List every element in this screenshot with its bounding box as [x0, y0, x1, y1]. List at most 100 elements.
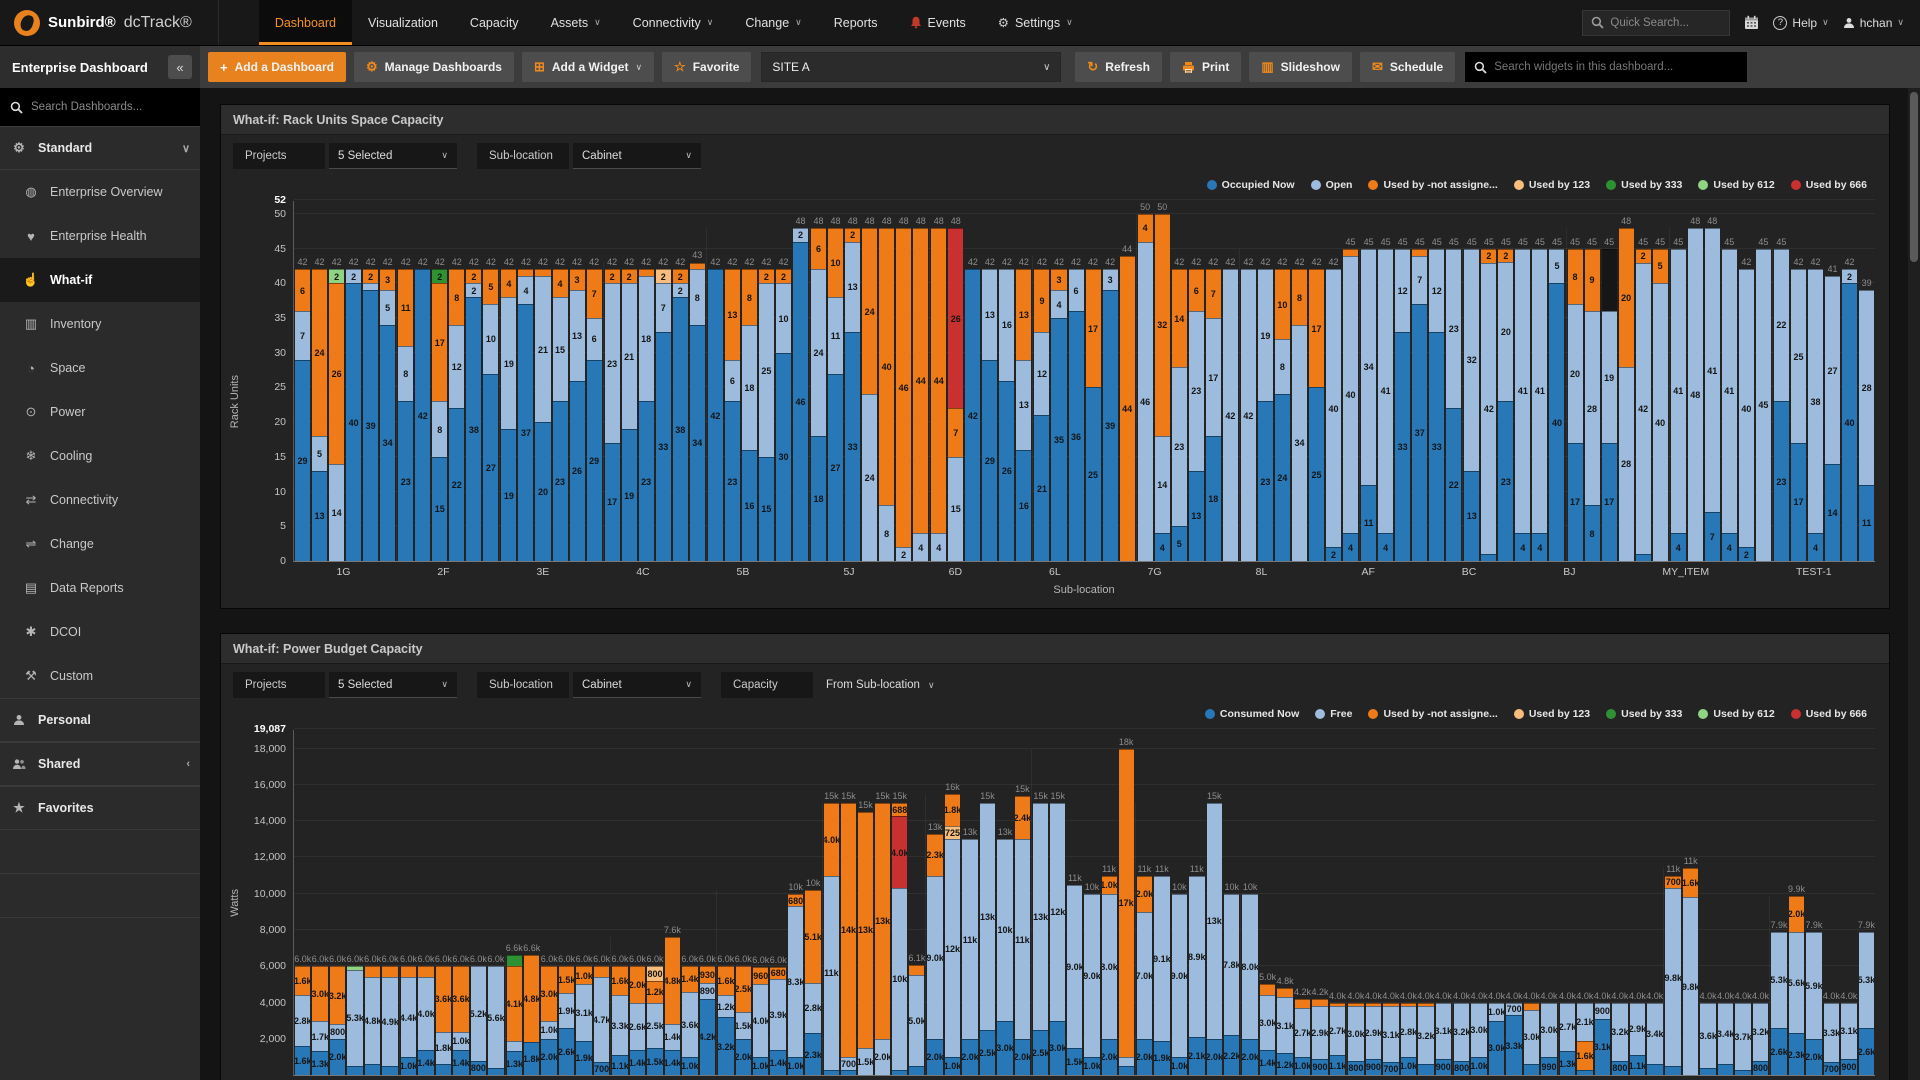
bar-segment[interactable]: 2.7k — [1560, 1003, 1575, 1052]
bar[interactable]: 1.5k9.0k11k — [1067, 885, 1082, 1075]
bar-segment[interactable]: 4 — [913, 533, 928, 561]
bar-segment[interactable] — [1602, 249, 1617, 311]
bar-segment[interactable]: 8 — [742, 269, 757, 325]
bar-segment[interactable] — [382, 966, 397, 977]
bar[interactable]: 172542 — [1791, 269, 1806, 561]
bar-segment[interactable]: 8.3k — [788, 906, 803, 1056]
bar-segment[interactable]: 2.7k — [1330, 1006, 1345, 1055]
bar-segment[interactable]: 10 — [1275, 269, 1290, 338]
bar-segment[interactable]: 8 — [690, 269, 705, 325]
bar-segment[interactable]: 2.0k — [1137, 1039, 1152, 1075]
bar[interactable]: 2.0k9.0k2.3k13k — [927, 834, 942, 1075]
bar[interactable]: 40242 — [1842, 269, 1857, 561]
nav-item-assets[interactable]: Assets∨ — [535, 0, 617, 45]
bar-segment[interactable]: 6 — [725, 360, 740, 402]
bar[interactable]: 1.4k4.0k6.0k — [418, 966, 433, 1075]
bar-segment[interactable]: 3.0k — [541, 966, 556, 1020]
bar-segment[interactable]: 3 — [1103, 269, 1118, 290]
bar-segment[interactable]: 40 — [346, 283, 361, 561]
bar-segment[interactable]: 2.0k — [1806, 1039, 1821, 1075]
bar-segment[interactable]: 17 — [605, 443, 620, 561]
bar[interactable]: 1.3k2.7k4.0k — [1560, 1003, 1575, 1076]
bar-segment[interactable]: 5.3k — [347, 970, 362, 1066]
bar[interactable]: 5.0k6.1k — [909, 965, 924, 1075]
bar[interactable]: 8003.0k4.0k — [1348, 1003, 1363, 1076]
bar-segment[interactable]: 32 — [1464, 249, 1479, 471]
bar-segment[interactable]: 13 — [725, 269, 740, 359]
bar-segment[interactable]: 5.1k — [805, 890, 820, 982]
bar-segment[interactable]: 13 — [982, 269, 997, 359]
bar-segment[interactable]: 2.3k — [1789, 1033, 1804, 1075]
bar-segment[interactable]: 4 — [518, 276, 533, 304]
bar-segment[interactable]: 800 — [330, 1024, 345, 1039]
bar[interactable]: 231942 — [1258, 269, 1273, 561]
bar-segment[interactable]: 1.1k — [612, 1055, 627, 1075]
bar-segment[interactable] — [909, 1066, 924, 1075]
bar-segment[interactable]: 2 — [1498, 249, 1513, 263]
bar-segment[interactable]: 2.0k — [736, 1039, 751, 1075]
filter-select[interactable]: 5 Selected∨ — [329, 672, 457, 698]
bar[interactable]: 1.4k3.0k5.0k — [1260, 984, 1275, 1075]
bar-segment[interactable]: 1.5k — [647, 1048, 662, 1075]
filter-select[interactable]: From Sub-location∨ — [817, 672, 944, 698]
bar[interactable]: 112839 — [1859, 290, 1874, 561]
bar-segment[interactable]: 4 — [1138, 214, 1153, 242]
bar-segment[interactable]: 45 — [1756, 249, 1771, 561]
bar[interactable]: 27111048 — [828, 228, 843, 561]
bar-segment[interactable]: 18 — [639, 276, 654, 401]
bar[interactable]: 1720845 — [1568, 249, 1583, 561]
bar-segment[interactable]: 34 — [1292, 325, 1307, 561]
bar-segment[interactable]: 2.5k — [647, 1003, 662, 1048]
bar-segment[interactable]: 1.1k — [1630, 1055, 1645, 1075]
bar[interactable]: 291342 — [982, 269, 997, 561]
bar-segment[interactable]: 2.5k — [1033, 1030, 1048, 1075]
bar[interactable]: 2.6k5.3k7.9k — [1859, 932, 1874, 1075]
bar-segment[interactable]: 27 — [1825, 276, 1840, 463]
bar-segment[interactable]: 8 — [1585, 505, 1600, 561]
legend-item[interactable]: Used by -not assigne... — [1368, 179, 1497, 191]
bar-segment[interactable] — [1412, 249, 1427, 256]
bar[interactable]: 3.0k4.0k — [1524, 1003, 1539, 1076]
bar[interactable]: 1.1k3.3k1.6k6.0k — [612, 966, 627, 1075]
bar[interactable]: 1.3k4.1k6.6k — [507, 955, 522, 1075]
bar[interactable]: 2315442 — [553, 269, 568, 561]
bar[interactable]: 9.8k1.6k11k — [1683, 868, 1698, 1075]
bar-segment[interactable] — [436, 1064, 451, 1075]
bar-segment[interactable]: 990 — [1541, 1057, 1556, 1075]
bar[interactable]: 282048 — [1619, 228, 1634, 561]
bar-segment[interactable]: 19 — [1258, 269, 1273, 401]
bar-segment[interactable]: 17 — [1086, 269, 1101, 387]
bar[interactable]: 1.6k2.1k4.0k — [1577, 1003, 1592, 1076]
bar-segment[interactable]: 28 — [1619, 367, 1634, 561]
bar-segment[interactable] — [892, 1070, 907, 1075]
bar[interactable]: 1817742 — [1206, 269, 1221, 561]
bar-segment[interactable]: 3.6k — [682, 992, 697, 1057]
bar-segment[interactable] — [488, 1068, 503, 1075]
bar-segment[interactable]: 29 — [295, 360, 310, 561]
bar-segment[interactable] — [909, 965, 924, 976]
bar-segment[interactable] — [1418, 1064, 1433, 1075]
bar-segment[interactable] — [1735, 1070, 1750, 1075]
bar-segment[interactable]: 27 — [483, 374, 498, 561]
bar-segment[interactable]: 1.0k — [453, 1032, 468, 1050]
bar-segment[interactable]: 3.2k — [1612, 1003, 1627, 1061]
bar-segment[interactable]: 13k — [858, 812, 873, 1048]
bar[interactable]: 1618842 — [742, 269, 757, 561]
bar[interactable]: 4.9k6.0k — [382, 966, 397, 1075]
bar-segment[interactable]: 5.9k — [1806, 932, 1821, 1039]
bar-segment[interactable]: 46 — [896, 228, 911, 547]
sidebar-item-space[interactable]: ◔Space — [0, 346, 200, 390]
bar[interactable]: 2112942 — [1034, 269, 1049, 561]
bar-segment[interactable]: 4.8k — [365, 977, 380, 1064]
bar-segment[interactable]: 3.1k — [1595, 1019, 1610, 1075]
bar[interactable]: 3313248 — [845, 228, 860, 561]
bar-segment[interactable]: 24 — [811, 269, 826, 436]
legend-item[interactable]: Consumed Now — [1205, 708, 1299, 720]
bar-segment[interactable]: 4 — [553, 269, 568, 297]
bar[interactable]: 4.2k8909306.0k — [700, 966, 715, 1075]
bar-segment[interactable] — [382, 1066, 397, 1075]
bar[interactable]: 1824648 — [811, 228, 826, 561]
dashboard-search[interactable] — [0, 88, 200, 126]
bar[interactable]: 39342 — [1103, 269, 1118, 561]
bar-segment[interactable]: 1.4k — [1260, 1050, 1275, 1075]
